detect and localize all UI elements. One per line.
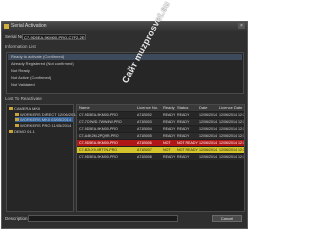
tree-item[interactable]: DEMO 01.1 — [9, 129, 35, 134]
table-cell: C7-7C9WD-7WW4W-PRO — [79, 120, 122, 124]
column-header[interactable]: Licence No. — [137, 105, 158, 111]
table-cell: A71B006 — [137, 141, 152, 145]
folder-icon — [15, 124, 19, 128]
table-cell: NOT — [163, 141, 171, 145]
tree-item[interactable]: CAMERA MKII — [9, 106, 40, 111]
table-cell: 12/06/2014 12:12:40 — [219, 134, 245, 138]
table-cell: 12/06/2014 — [199, 141, 217, 145]
description-input[interactable] — [28, 215, 178, 222]
tree-item[interactable]: WORKERS MKII 03/05/2014 — [15, 117, 71, 122]
activation-window: Serial Activation × Serial No. C7-9D5EA-… — [1, 21, 248, 229]
table-cell: 12/06/2014 — [199, 120, 217, 124]
cancel-button[interactable]: Cancel — [212, 215, 242, 222]
table-cell: C7-9D5EA-9KM00-PRO — [79, 127, 118, 131]
table-cell: 12/06/2014 — [199, 134, 217, 138]
tree-item-label: WORKERS PRO 11/05/2014 — [20, 123, 72, 128]
table-cell: A71B004 — [137, 127, 152, 131]
info-item[interactable]: Not Active (Confirmed) — [11, 75, 51, 80]
table-cell: 12/06/2014 12:11:03 — [219, 113, 245, 117]
table-cell: READY — [163, 113, 176, 117]
table-cell: 12/06/2014 12:13:01 — [219, 141, 245, 145]
column-header[interactable]: Name — [79, 105, 90, 111]
table-cell: A71B007 — [137, 148, 152, 152]
table-row[interactable]: C7-9D5EA-9KM00-PRO A71B002 READY READY 12/06… — [77, 112, 244, 118]
table-row[interactable]: C7-7C9WD-7WW4W-PRO A71B003 READY READY 12/06… — [77, 119, 244, 125]
table-cell: 12/06/2014 — [199, 155, 217, 159]
title-bar: Serial Activation × — [2, 22, 247, 31]
tree-item-label: CAMERA MKII — [14, 106, 41, 111]
table-cell: 12/06/2014 — [199, 148, 217, 152]
column-header[interactable]: Status — [177, 105, 188, 111]
table-cell: 12/06/2014 12:13:22 — [219, 148, 245, 152]
table-cell: READY — [177, 134, 190, 138]
folder-icon — [15, 118, 19, 122]
table-row[interactable]: C7-A4K2M-2PQ9R-PRO A71B005 READY READY 12/06… — [77, 133, 244, 139]
table-cell: 12/06/2014 12:13:48 — [219, 155, 245, 159]
table-cell: READY — [177, 155, 190, 159]
table-cell: C7-9D5EA-9KM00-PRO — [79, 155, 118, 159]
table-cell: READY — [177, 113, 190, 117]
window-title: Serial Activation — [11, 23, 47, 29]
folder-icon — [15, 113, 19, 117]
license-grid: Name Licence No. Ready Status Date Licen… — [76, 104, 245, 212]
folder-icon — [9, 107, 13, 111]
information-header: Information List — [5, 44, 36, 49]
column-header[interactable]: Licence Date — [219, 105, 242, 111]
table-cell: NOT READY — [177, 148, 198, 152]
table-cell: C7-B2LX9-4RT7N-PRO — [79, 148, 118, 152]
table-cell: C7-A4K2M-2PQ9R-PRO — [79, 134, 119, 138]
close-button[interactable]: × — [238, 23, 245, 29]
serial-input[interactable]: C7-9D5EA-9KM00-PRO-C7F2-2E9K0H2A — [22, 34, 86, 40]
tree-header: Lost To Reactivate — [5, 96, 42, 101]
table-cell: A71B002 — [137, 113, 152, 117]
folder-icon — [9, 130, 13, 134]
license-tree: CAMERA MKII WORKERS DIRECT 12/06/2014 WO… — [6, 104, 78, 212]
table-row[interactable]: C7-9D5EA-9KM00-PRO A71B008 READY READY 12/06… — [77, 154, 244, 160]
table-cell: READY — [163, 120, 176, 124]
table-cell: READY — [177, 120, 190, 124]
table-cell: A71B003 — [137, 120, 152, 124]
info-item[interactable]: Ready to activate (Confirmed) — [11, 54, 64, 59]
table-cell: 12/06/2014 — [199, 127, 217, 131]
tree-item-label: DEMO 01.1 — [14, 129, 35, 134]
table-cell: 12/06/2014 — [199, 113, 217, 117]
table-cell: READY — [163, 155, 176, 159]
info-item[interactable]: Not Ready — [11, 68, 30, 73]
app-icon — [4, 24, 9, 29]
table-cell: NOT READY — [177, 141, 198, 145]
tree-item[interactable]: WORKERS PRO 11/05/2014 — [15, 123, 71, 128]
info-item[interactable]: Not Validated — [11, 82, 35, 87]
table-row[interactable]: C7-B2LX9-4RT7N-PRO A71B007 NOT NOT READY 12/… — [77, 147, 244, 153]
table-cell: READY — [177, 127, 190, 131]
column-header[interactable]: Ready — [163, 105, 175, 111]
info-item[interactable]: Already Registered (Not confirmed) — [11, 61, 74, 66]
table-cell: A71B005 — [137, 134, 152, 138]
grid-header: Name Licence No. Ready Status Date Licen… — [77, 105, 244, 111]
table-row[interactable]: C7-9D5EA-9KM00-PRO A71B004 READY READY 12/06… — [77, 126, 244, 132]
description-label: Description — [5, 216, 28, 221]
table-row[interactable]: C7-9D5EA-9KM00-PRO A71B006 NOT NOT READY 12/… — [77, 140, 244, 146]
table-cell: 12/06/2014 12:11:09 — [219, 120, 245, 124]
table-cell: READY — [163, 127, 176, 131]
table-cell: 12/06/2014 12:12:15 — [219, 127, 245, 131]
table-cell: NOT — [163, 148, 171, 152]
table-cell: A71B008 — [137, 155, 152, 159]
table-cell: C7-9D5EA-9KM00-PRO — [79, 113, 118, 117]
tree-item-label: WORKERS MKII 03/05/2014 — [20, 117, 72, 122]
table-cell: READY — [163, 134, 176, 138]
table-cell: C7-9D5EA-9KM00-PRO — [79, 141, 118, 145]
column-header[interactable]: Date — [199, 105, 207, 111]
